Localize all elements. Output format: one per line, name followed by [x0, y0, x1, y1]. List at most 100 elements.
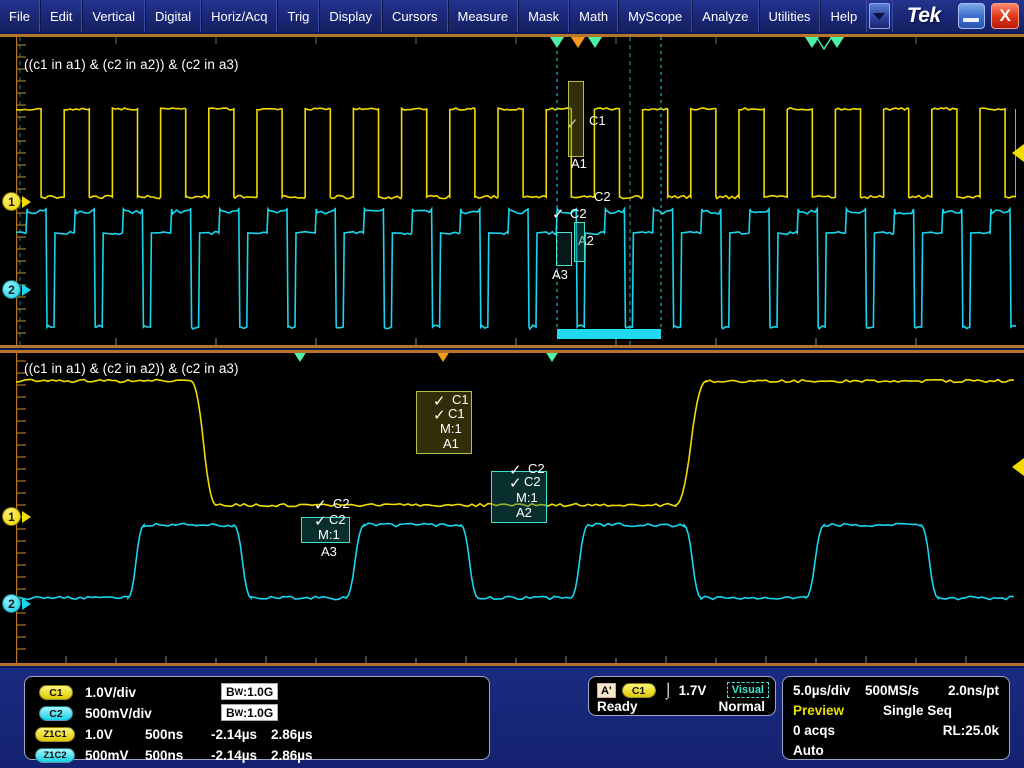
mask-multiplier: M:1 [318, 527, 340, 542]
zoom-2-end: 2.86µs [271, 748, 313, 763]
resolution: 2.0ns/pt [948, 683, 999, 698]
zoom-channel-1-pill[interactable]: Z1C1 [35, 727, 75, 742]
channel-2-bubble: 2 [2, 594, 21, 613]
menu-bar: File Edit Vertical Digital Horiz/Acq Tri… [0, 0, 1024, 32]
menu-item-analyze[interactable]: Analyze [692, 0, 758, 32]
menu-item-file[interactable]: File [0, 0, 40, 32]
channel-1-arrow-icon [22, 511, 31, 523]
channel-2-reference-marker[interactable]: 2 [2, 280, 31, 299]
menu-item-edit[interactable]: Edit [40, 0, 82, 32]
chevron-down-icon[interactable] [869, 3, 890, 29]
mask-hit-marker [291, 353, 309, 362]
mask-title: C1 [452, 392, 469, 407]
channel-2-pill[interactable]: C2 [39, 706, 73, 721]
menu-item-vertical[interactable]: Vertical [82, 0, 145, 32]
menu-item-cursors[interactable]: Cursors [382, 0, 448, 32]
channel-1-bubble: 1 [2, 192, 21, 211]
zoom-1-scale: 1.0V [85, 727, 141, 742]
trigger-readout-panel[interactable]: A' C1 ⌡ 1.7V Visual Ready Normal [588, 676, 776, 716]
menu-item-trig[interactable]: Trig [277, 0, 319, 32]
zoom-2-start: -2.14µs [211, 748, 267, 763]
rising-edge-icon: ⌡ [664, 682, 673, 699]
channel-readout-panel[interactable]: C1 1.0V/div BW:1.0G C2 500mV/div BW:1.0G… [24, 676, 490, 760]
zoom-channel-1-readout-row[interactable]: Z1C1 1.0V 500ns -2.14µs 2.86µs [35, 727, 313, 742]
zoom-1-end: 2.86µs [271, 727, 313, 742]
mask-area: A2 [516, 505, 532, 520]
status-bar: C1 1.0V/div BW:1.0G C2 500mV/div BW:1.0G… [0, 668, 1024, 768]
zoom-region-bar [557, 329, 661, 339]
sampling-mode: Auto [793, 743, 824, 758]
menu-item-measure[interactable]: Measure [448, 0, 519, 32]
channel-2-bubble: 2 [2, 280, 21, 299]
bw-prefix: B [226, 685, 235, 699]
channel-2-readout-row[interactable]: C2 500mV/div [39, 706, 152, 721]
channel-2-bandwidth[interactable]: BW:1.0G [221, 704, 278, 721]
channel-1-pill[interactable]: C1 [39, 685, 73, 700]
zoom-channel-2-pill[interactable]: Z1C2 [35, 748, 75, 763]
menu-item-help[interactable]: Help [820, 0, 867, 32]
bandwidth-box: BW:1.0G [221, 683, 278, 700]
channel-2-arrow-icon [22, 284, 31, 296]
menu-item-digital[interactable]: Digital [145, 0, 201, 32]
menu-item-utilities[interactable]: Utilities [759, 0, 821, 32]
channel-1-reference-marker[interactable]: 1 [2, 192, 31, 211]
mask-region-a3[interactable] [556, 232, 572, 266]
check-icon: ✓ [552, 207, 565, 222]
mask-multiplier: M:1 [516, 490, 538, 505]
trigger-config-row[interactable]: A' C1 ⌡ 1.7V [597, 682, 706, 699]
zoom-channel-1-reference-marker[interactable]: 1 [2, 507, 31, 526]
minimize-button[interactable] [958, 3, 986, 29]
tek-logo: Tek [893, 0, 955, 32]
mask-source: C1 [448, 406, 465, 421]
mask-area: A1 [443, 436, 459, 451]
upper-graticule: ((c1 in a1) & (c2 in a2)) & (c2 in a3) ✓… [16, 37, 1016, 345]
annotation-area: A3 [552, 267, 568, 282]
trigger-position-marker[interactable] [569, 37, 587, 48]
menu-item-myscope[interactable]: MyScope [618, 0, 692, 32]
zoom-2-time: 500ns [145, 748, 207, 763]
channel-1-arrow-icon [22, 196, 31, 208]
channel-1-level-arrow-icon[interactable] [1012, 144, 1024, 162]
trigger-type-badge[interactable]: A' [597, 683, 616, 698]
sample-rate: 500MS/s [865, 683, 919, 698]
trigger-source-pill[interactable]: C1 [622, 683, 656, 698]
mask-source: C2 [329, 512, 346, 527]
channel-1-bandwidth[interactable]: BW:1.0G [221, 683, 278, 700]
scope-display-area: ((c1 in a1) & (c2 in a2)) & (c2 in a3) ✓… [0, 32, 1024, 668]
menu-item-horiz-acq[interactable]: Horiz/Acq [201, 0, 277, 32]
close-button[interactable]: X [991, 3, 1019, 29]
zoom-1-start: -2.14µs [211, 727, 267, 742]
mask-source: C2 [524, 474, 541, 489]
mask-region-a2[interactable] [574, 222, 585, 262]
mask-hit-marker [548, 37, 566, 48]
oscilloscope-window: File Edit Vertical Digital Horiz/Acq Tri… [0, 0, 1024, 768]
menu-item-math[interactable]: Math [569, 0, 618, 32]
zoom-channel-2-reference-marker[interactable]: 2 [2, 594, 31, 613]
mask-region-a1[interactable] [568, 81, 584, 157]
zoom-channel-2-readout-row[interactable]: Z1C2 500mV 500ns -2.14µs 2.86µs [35, 748, 313, 763]
mask-multiplier: M:1 [440, 421, 462, 436]
trigger-position-marker[interactable] [434, 353, 452, 362]
bw-prefix: B [226, 706, 235, 720]
channel-2-scale: 500mV/div [85, 706, 152, 721]
horizontal-readout-panel[interactable]: 5.0µs/div 500MS/s 2.0ns/pt Preview Singl… [782, 676, 1010, 760]
acquisition-count: 0 acqs [793, 723, 835, 738]
annotation-source: C2 [570, 206, 587, 221]
upper-waveform-pane[interactable]: ((c1 in a1) & (c2 in a2)) & (c2 in a3) ✓… [0, 34, 1024, 348]
menu-item-display[interactable]: Display [319, 0, 382, 32]
bw-value: :1.0G [243, 706, 273, 720]
mask-hit-marker-outline [814, 37, 834, 50]
lower-graticule: ((c1 in a1) & (c2 in a2)) & (c2 in a3) ✓… [16, 353, 1016, 663]
menu-item-mask[interactable]: Mask [518, 0, 569, 32]
trigger-state: Ready [597, 699, 638, 714]
bw-value: :1.0G [243, 685, 273, 699]
upper-grid-svg [16, 37, 1016, 345]
lower-zoom-pane[interactable]: ((c1 in a1) & (c2 in a2)) & (c2 in a3) ✓… [0, 350, 1024, 666]
mask-hit-marker [586, 37, 604, 48]
lower-pane-label: ((c1 in a1) & (c2 in a2)) & (c2 in a3) [24, 361, 239, 376]
mask-hit-marker [543, 353, 561, 362]
annotation-source: C1 [589, 113, 606, 128]
visual-trigger-badge[interactable]: Visual [727, 682, 769, 698]
channel-1-readout-row[interactable]: C1 1.0V/div [39, 685, 136, 700]
zoom-channel-1-level-arrow-icon[interactable] [1012, 458, 1024, 476]
